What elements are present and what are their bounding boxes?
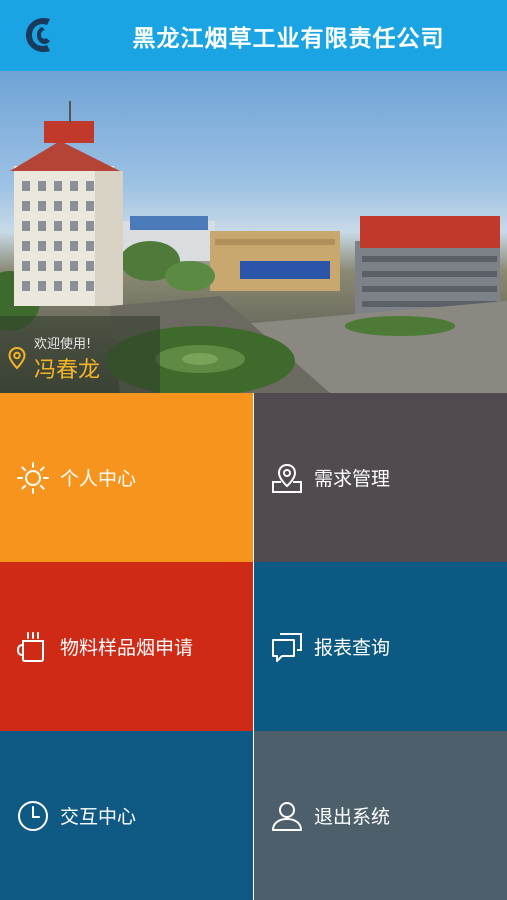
company-logo xyxy=(26,17,50,53)
menu-tile-personal-center[interactable]: 个人中心 xyxy=(0,393,253,562)
clock-icon xyxy=(18,800,48,831)
menu-label: 报表查询 xyxy=(314,637,391,659)
user-icon xyxy=(272,801,302,831)
chat-boxes-icon xyxy=(272,632,302,662)
menu-label: 需求管理 xyxy=(314,468,391,490)
menu-label: 个人中心 xyxy=(60,468,137,490)
menu-tile-exit-system[interactable]: 退出系统 xyxy=(254,731,507,900)
cup-icon xyxy=(16,631,44,662)
menu-tile-demand-management[interactable]: 需求管理 xyxy=(254,393,507,562)
menu-tile-sample-application[interactable]: 物料样品烟申请 xyxy=(0,562,253,731)
sun-icon xyxy=(17,461,49,494)
app-header: 黑龙江烟草工业有限责任公司 xyxy=(0,0,507,71)
user-name: 冯春龙 xyxy=(34,358,101,383)
welcome-text: 欢迎使用! xyxy=(34,337,92,352)
menu-tile-interaction-center[interactable]: 交互中心 xyxy=(0,731,253,900)
menu-label: 退出系统 xyxy=(314,806,391,828)
menu-label: 交互中心 xyxy=(60,806,137,828)
menu-tile-report-query[interactable]: 报表查询 xyxy=(254,562,507,731)
location-pin-icon xyxy=(8,346,26,370)
page-title: 黑龙江烟草工业有限责任公司 xyxy=(132,25,445,52)
map-pin-icon xyxy=(272,463,302,493)
menu-label: 物料样品烟申请 xyxy=(60,637,194,659)
